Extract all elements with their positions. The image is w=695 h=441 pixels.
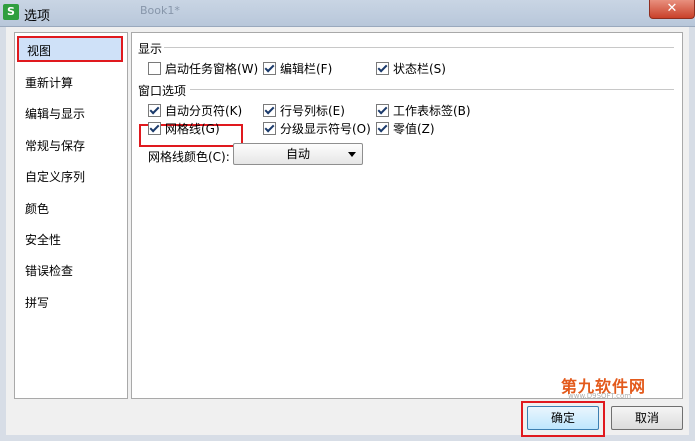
gridline-color-value: 自动 [285, 147, 310, 161]
title-bar: S 选项 Book1* ✕ [0, 0, 695, 27]
option-zero-values[interactable]: 零值(Z) [376, 120, 435, 136]
background-workbook-tab: Book1* [140, 4, 180, 17]
option-gridlines[interactable]: 网格线(G) [148, 120, 220, 136]
window-title: 选项 [24, 9, 51, 24]
sidebar-item-colors[interactable]: 颜色 [17, 196, 123, 222]
option-row-col-headers[interactable]: 行号列标(E) [263, 102, 345, 118]
sidebar-item-error-checking[interactable]: 错误检查 [17, 258, 123, 284]
sidebar-item-view[interactable]: 视图 [17, 36, 123, 62]
checkbox[interactable] [376, 62, 389, 75]
checkbox[interactable] [148, 62, 161, 75]
options-dialog: 视图 重新计算 编辑与显示 常规与保存 自定义序列 颜色 安全性 错误检查 拼写… [6, 27, 689, 437]
option-status-bar[interactable]: 状态栏(S) [376, 60, 446, 76]
close-button[interactable]: ✕ [649, 0, 695, 19]
checkbox[interactable] [263, 122, 276, 135]
sidebar-item-spelling[interactable]: 拼写 [17, 290, 123, 316]
gridline-color-dropdown[interactable]: 自动 [233, 143, 363, 165]
option-sheet-tabs[interactable]: 工作表标签(B) [376, 102, 471, 118]
ok-button[interactable]: 确定 [527, 406, 599, 430]
checkbox[interactable] [263, 62, 276, 75]
checkbox[interactable] [376, 104, 389, 117]
sidebar-item-edit-display[interactable]: 编辑与显示 [17, 101, 123, 127]
category-sidebar: 视图 重新计算 编辑与显示 常规与保存 自定义序列 颜色 安全性 错误检查 拼写 [14, 32, 128, 399]
option-outline-symbols[interactable]: 分级显示符号(O) [263, 120, 371, 136]
option-startup-taskpane[interactable]: 启动任务窗格(W) [148, 60, 258, 76]
checkbox[interactable] [148, 104, 161, 117]
window-options-group-title: 窗口选项 [138, 84, 187, 98]
sidebar-item-custom-lists[interactable]: 自定义序列 [17, 164, 123, 190]
display-divider [164, 47, 674, 48]
checkbox[interactable] [376, 122, 389, 135]
option-page-breaks[interactable]: 自动分页符(K) [148, 102, 242, 118]
cancel-button[interactable]: 取消 [611, 406, 683, 430]
settings-panel: 显示 启动任务窗格(W) 编辑栏(F) 状态栏(S) 窗口选项 自动分页符(K)… [131, 32, 683, 399]
checkbox[interactable] [263, 104, 276, 117]
window-options-divider [190, 89, 674, 90]
gridline-color-label: 网格线颜色(C): [148, 150, 230, 164]
app-logo-icon: S [3, 4, 19, 20]
sidebar-item-recalculate[interactable]: 重新计算 [17, 70, 123, 96]
option-formula-bar[interactable]: 编辑栏(F) [263, 60, 332, 76]
display-group-title: 显示 [138, 42, 163, 56]
sidebar-item-security[interactable]: 安全性 [17, 227, 123, 253]
watermark-url: www.D9SOFT.com [568, 392, 632, 400]
chevron-down-icon [348, 152, 356, 157]
sidebar-item-general-save[interactable]: 常规与保存 [17, 133, 123, 159]
checkbox[interactable] [148, 122, 161, 135]
